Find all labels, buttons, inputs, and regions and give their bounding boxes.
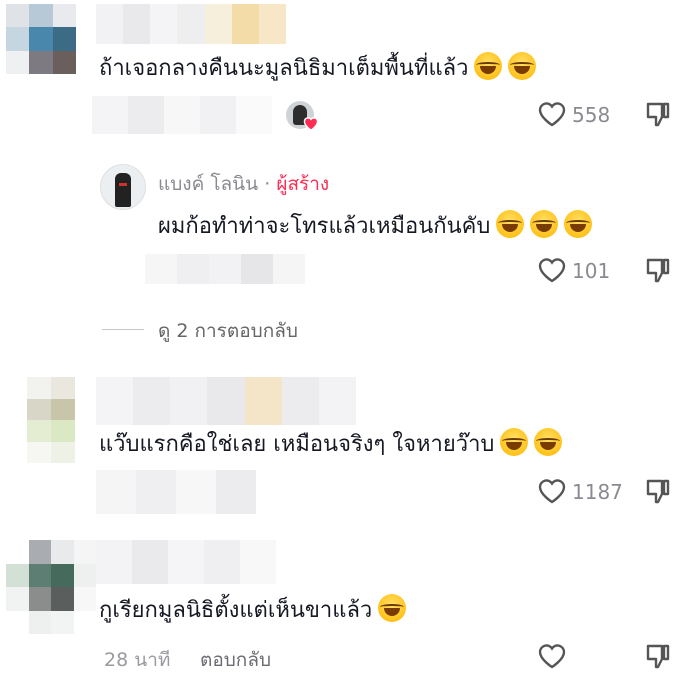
username-blurred[interactable] — [96, 377, 356, 425]
heart-outline-icon[interactable] — [537, 257, 567, 283]
avatar-figure — [115, 173, 131, 207]
author-name[interactable]: แบงค์ โลนิน — [158, 173, 258, 195]
thumbs-down-icon[interactable] — [644, 477, 672, 505]
comment-text: ถ้าเจอกลางคืนนะมูลนิธิมาเต็มพื้นที่แล้ว — [99, 52, 537, 84]
comment-time: 28 นาที — [104, 649, 171, 671]
avatar[interactable] — [100, 164, 146, 210]
replies-divider — [102, 329, 144, 330]
heart-outline-icon[interactable] — [537, 478, 567, 504]
comment-text: กูเรียกมูลนิธิตั้งแต่เห็นขาแล้ว — [99, 594, 407, 626]
thumbs-down-icon[interactable] — [644, 256, 672, 284]
heart-filled-icon — [303, 117, 319, 131]
like-count: 101 — [572, 259, 611, 283]
comment-text: แว๊บแรกคือใช่เลย เหมือนจริงๆ ใจหายว๊าบ — [99, 428, 563, 460]
thumbs-down-icon[interactable] — [644, 100, 672, 128]
avatar-blurred[interactable] — [27, 377, 75, 463]
author-line: แบงค์ โลนิน · ผู้สร้าง — [158, 169, 329, 199]
rolling-on-floor-laughing-icon — [378, 594, 407, 622]
face-with-tears-of-joy-icon — [474, 52, 503, 80]
like-count: 558 — [572, 103, 611, 127]
creator-liked-badge — [286, 101, 319, 131]
rolling-on-floor-laughing-icon — [534, 428, 563, 456]
comment-meta-blurred — [145, 254, 305, 284]
reply-button[interactable]: ตอบกลับ — [200, 645, 271, 675]
rolling-on-floor-laughing-icon — [500, 428, 529, 456]
username-blurred[interactable] — [96, 540, 276, 584]
heart-outline-icon[interactable] — [537, 101, 567, 127]
thumbs-down-icon[interactable] — [644, 642, 672, 670]
comment-meta-blurred — [92, 96, 272, 134]
avatar-blurred[interactable] — [6, 4, 76, 74]
avatar-shirt-logo — [119, 183, 127, 186]
avatar-blurred[interactable] — [6, 540, 96, 634]
face-with-tears-of-joy-icon — [564, 210, 593, 238]
like-count: 1187 — [572, 480, 623, 504]
author-separator: · — [264, 173, 271, 195]
view-replies-link[interactable]: ดู 2 การตอบกลับ — [158, 316, 298, 346]
comment-text: ผมก้อทำท่าจะโทรแล้วเหมือนกันคับ — [158, 210, 593, 242]
face-with-tears-of-joy-icon — [496, 210, 525, 238]
comment-meta-blurred — [96, 470, 256, 514]
heart-outline-icon[interactable] — [537, 643, 567, 669]
face-with-tears-of-joy-icon — [508, 52, 537, 80]
username-blurred[interactable] — [96, 4, 286, 44]
creator-badge: ผู้สร้าง — [276, 173, 330, 195]
face-with-tears-of-joy-icon — [530, 210, 559, 238]
